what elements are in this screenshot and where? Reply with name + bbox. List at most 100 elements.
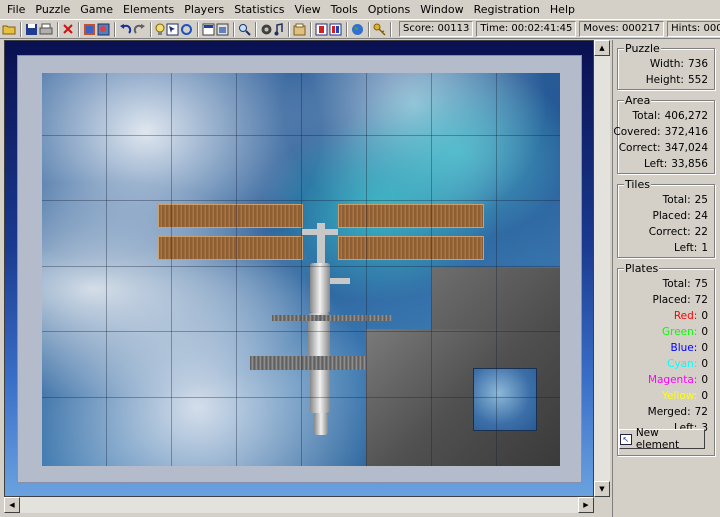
tiles-total-row: Total: 25 <box>620 194 708 208</box>
horizontal-scrollbar[interactable]: ◀ ▶ <box>4 497 594 513</box>
globe-icon[interactable] <box>351 21 364 37</box>
puzzle-image[interactable] <box>42 73 560 466</box>
print-icon[interactable] <box>39 21 53 37</box>
undo-icon[interactable] <box>119 21 132 37</box>
grid-line <box>366 73 367 466</box>
grid-line <box>42 331 560 332</box>
select-icon[interactable] <box>166 21 179 37</box>
menu-window[interactable]: Window <box>415 0 468 19</box>
picture-icon[interactable] <box>97 21 110 37</box>
area-group-title: Area <box>624 94 652 107</box>
hints-display: Hints: 00000 <box>667 21 720 37</box>
save-icon[interactable] <box>25 21 38 37</box>
plates-cyan-row: Cyan: 0 <box>620 358 708 372</box>
tiles-correct-row: Correct: 22 <box>620 226 708 240</box>
menu-players[interactable]: Players <box>179 0 229 19</box>
key-icon[interactable] <box>373 21 386 37</box>
scroll-up-button[interactable]: ▲ <box>594 40 610 56</box>
label: Total: <box>662 278 691 290</box>
label: Correct: <box>648 226 691 238</box>
value: 0 <box>701 342 708 354</box>
puzzle-width-row: Width: 736 <box>620 58 708 72</box>
menu-options[interactable]: Options <box>363 0 415 19</box>
value: 22 <box>694 226 708 238</box>
info-icon[interactable] <box>293 21 306 37</box>
menu-view[interactable]: View <box>290 0 326 19</box>
grid-line <box>236 73 237 466</box>
delete-icon[interactable] <box>62 21 74 37</box>
value: 0 <box>701 390 708 402</box>
one-icon[interactable] <box>315 21 328 37</box>
value: 72 <box>694 294 708 306</box>
plates-merged-row: Merged: 72 <box>620 406 708 420</box>
label: Correct: <box>618 142 661 154</box>
value: 25 <box>694 194 708 206</box>
menu-game[interactable]: Game <box>75 0 118 19</box>
magenta-label: Magenta: <box>647 374 698 386</box>
grid-line <box>171 73 172 466</box>
scroll-right-button[interactable]: ▶ <box>578 497 594 513</box>
zoom-icon[interactable] <box>238 21 251 37</box>
redo-icon[interactable] <box>133 21 146 37</box>
value: 0 <box>701 374 708 386</box>
value: 0 <box>701 310 708 322</box>
scroll-left-button[interactable]: ◀ <box>4 497 20 513</box>
label: Left: <box>643 158 668 170</box>
area-total-row: Total: 406,272 <box>620 110 708 124</box>
menu-statistics[interactable]: Statistics <box>229 0 289 19</box>
blue-label: Blue: <box>670 342 698 354</box>
label: Left: <box>674 242 698 254</box>
green-label: Green: <box>661 326 698 338</box>
new-element-icon: ↖ <box>620 433 632 445</box>
area-covered-row: Covered: 372,416 <box>613 126 708 140</box>
value: 75 <box>694 278 708 290</box>
value: 72 <box>694 406 708 418</box>
menu-help[interactable]: Help <box>545 0 580 19</box>
label: Total: <box>662 194 691 206</box>
toolbar-separator <box>150 21 152 37</box>
tiles-group: Tiles Total: 25 Placed: 24 Correct: 22 L… <box>617 178 715 258</box>
loose-tile[interactable] <box>473 368 537 431</box>
plates-yellow-row: Yellow: 0 <box>620 390 708 404</box>
yellow-label: Yellow: <box>662 390 698 402</box>
sound-icon[interactable] <box>260 21 273 37</box>
value: 406,272 <box>664 110 708 122</box>
solar-array <box>338 204 484 228</box>
label: Placed: <box>652 210 691 222</box>
vertical-scrollbar[interactable]: ▲ ▼ <box>594 40 610 497</box>
value: 33,856 <box>671 158 708 170</box>
view-icon[interactable] <box>202 21 215 37</box>
elements-icon[interactable] <box>83 21 96 37</box>
menu-puzzle[interactable]: Puzzle <box>30 0 75 19</box>
value: 347,024 <box>664 142 708 154</box>
scroll-corner <box>594 497 610 513</box>
puzzle-group-title: Puzzle <box>624 42 661 55</box>
toolbar-separator <box>346 21 348 37</box>
window-icon[interactable] <box>216 21 229 37</box>
scroll-down-button[interactable]: ▼ <box>594 481 610 497</box>
cyan-label: Cyan: <box>667 358 698 370</box>
two-icon[interactable] <box>329 21 342 37</box>
hint-icon[interactable] <box>155 21 165 37</box>
menu-tools[interactable]: Tools <box>326 0 363 19</box>
rotate-icon[interactable] <box>180 21 193 37</box>
toolbar-separator <box>57 21 59 37</box>
grid-line <box>431 73 432 466</box>
open-icon[interactable] <box>2 21 16 37</box>
score-display: Score: 00113 <box>399 21 474 37</box>
menu-registration[interactable]: Registration <box>469 0 545 19</box>
menu-elements[interactable]: Elements <box>118 0 179 19</box>
menu-file[interactable]: File <box>2 0 30 19</box>
moves-display: Moves: 000217 <box>579 21 665 37</box>
tiles-placed-row: Placed: 24 <box>620 210 709 224</box>
station-module <box>310 263 330 313</box>
new-element-button[interactable]: ↖ New element <box>619 427 705 451</box>
music-icon[interactable] <box>274 21 284 37</box>
grid-line <box>42 266 560 267</box>
puzzle-workspace[interactable] <box>4 40 594 497</box>
area-correct-row: Correct: 347,024 <box>618 142 708 156</box>
puzzle-board[interactable] <box>17 55 582 483</box>
plates-blue-row: Blue: 0 <box>620 342 708 356</box>
area-group: Area Total: 406,272 Covered: 372,416 Cor… <box>613 94 715 174</box>
value: 1 <box>701 242 708 254</box>
